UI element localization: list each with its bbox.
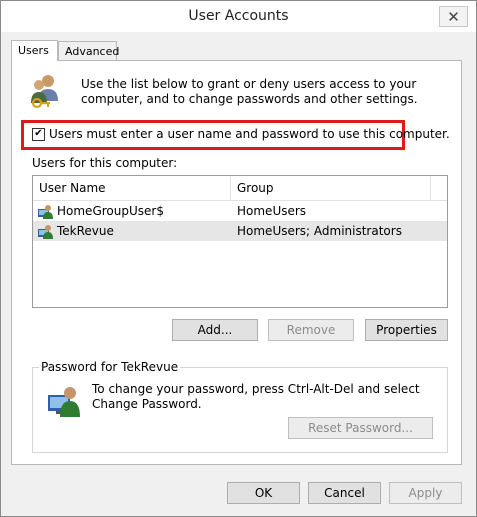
dialog-content: Users Advanced Use the list below to gra… (1, 32, 476, 516)
table-row-selected[interactable]: TekRevue HomeUsers; Administrators (33, 221, 447, 241)
group-cell: HomeUsers (237, 204, 307, 218)
user-icon (38, 205, 53, 219)
user-icon (38, 225, 53, 239)
reset-password-button[interactable]: Reset Password... (288, 417, 433, 439)
user-accounts-window: User Accounts ✕ Users Advanced Use the l… (0, 0, 477, 517)
require-login-checkbox[interactable]: ✔ (32, 127, 45, 141)
user-name-cell: HomeGroupUser$ (57, 204, 164, 218)
add-button[interactable]: Add... (172, 319, 258, 341)
users-tab-panel: Use the list below to grant or deny user… (11, 60, 462, 465)
title-bar: User Accounts ✕ (1, 1, 476, 32)
tab-users[interactable]: Users (11, 40, 58, 61)
users-keys-icon (31, 75, 58, 109)
close-button[interactable]: ✕ (439, 6, 468, 27)
password-instructions: To change your password, press Ctrl-Alt-… (92, 382, 420, 411)
window-title: User Accounts (188, 8, 289, 24)
password-group-legend: Password for TekRevue (39, 360, 181, 374)
cancel-button[interactable]: Cancel (308, 482, 381, 504)
properties-button[interactable]: Properties (365, 319, 448, 341)
remove-button[interactable]: Remove (268, 319, 354, 341)
require-login-label[interactable]: Users must enter a user name and passwor… (49, 127, 450, 141)
close-icon: ✕ (447, 7, 460, 26)
ok-button[interactable]: OK (227, 482, 300, 504)
user-name-cell: TekRevue (57, 224, 114, 238)
table-row[interactable]: HomeGroupUser$ HomeUsers (33, 201, 447, 221)
intro-text: Use the list below to grant or deny user… (81, 77, 418, 106)
group-cell: HomeUsers; Administrators (237, 224, 402, 238)
password-user-icon (48, 387, 80, 417)
users-list-label: Users for this computer: (32, 156, 178, 170)
tab-advanced-label: Advanced (65, 45, 120, 58)
column-header-group[interactable]: Group (231, 176, 431, 200)
tab-advanced[interactable]: Advanced (58, 41, 120, 60)
checkmark-icon: ✔ (34, 128, 43, 139)
apply-button[interactable]: Apply (389, 482, 462, 504)
users-listview[interactable]: User Name Group HomeGroupUser$ HomeUsers (32, 175, 448, 308)
require-login-row[interactable]: ✔ Users must enter a user name and passw… (32, 127, 450, 141)
users-list-header: User Name Group (33, 176, 447, 201)
column-header-user-name[interactable]: User Name (33, 176, 231, 200)
tab-users-label: Users (18, 44, 49, 57)
